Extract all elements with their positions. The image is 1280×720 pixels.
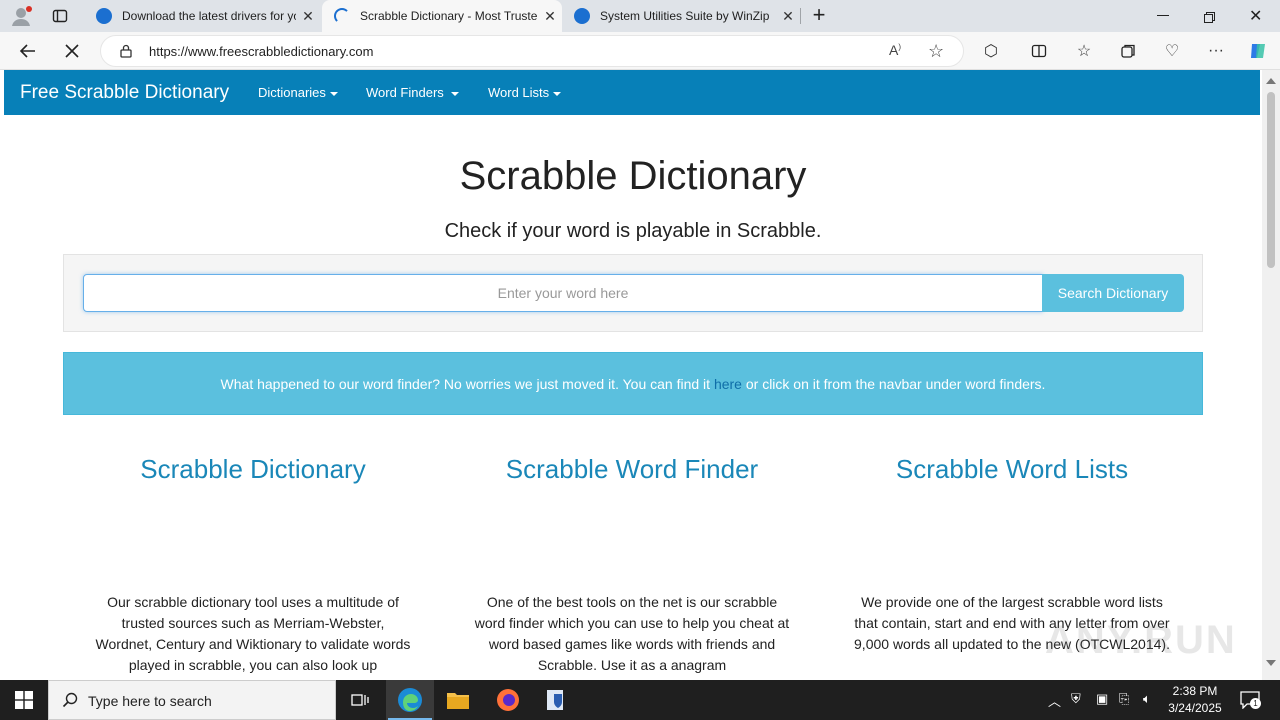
loading-spinner-icon	[334, 8, 350, 24]
edge-taskbar-icon[interactable]	[386, 680, 434, 720]
tab-winzip[interactable]: System Utilities Suite by WinZip ✕	[562, 0, 800, 32]
minimize-icon[interactable]	[1157, 15, 1169, 16]
extensions-icon[interactable]: ⬡	[979, 39, 1003, 63]
edge-favicon-icon	[574, 8, 590, 24]
nav-label: Word Finders	[366, 85, 444, 100]
show-hidden-icons-chevron-icon[interactable]: ︿	[1048, 691, 1061, 710]
collections-icon[interactable]	[1116, 39, 1140, 63]
stop-loading-icon[interactable]	[60, 39, 84, 63]
profile-icon[interactable]	[10, 5, 32, 27]
search-panel: Search Dictionary	[63, 254, 1203, 332]
close-tab-icon[interactable]: ✕	[776, 8, 800, 25]
split-screen-icon[interactable]	[1027, 39, 1051, 63]
site-navbar: Free Scrabble Dictionary Dictionaries Wo…	[4, 70, 1260, 115]
search-icon	[62, 692, 78, 713]
start-windows-icon[interactable]	[0, 680, 48, 720]
tab-actions-icon[interactable]	[52, 8, 68, 24]
tab-title: System Utilities Suite by WinZip	[600, 9, 770, 23]
alert-text-after: or click on it from the navbar under wor…	[741, 376, 1046, 392]
back-arrow-icon[interactable]	[16, 39, 40, 63]
web-page: Free Scrabble Dictionary Dictionaries Wo…	[0, 70, 1262, 680]
search-dictionary-button[interactable]: Search Dictionary	[1042, 274, 1184, 312]
nav-word-lists-dropdown[interactable]: Word Lists	[488, 85, 562, 100]
browser-essentials-icon[interactable]: ♡	[1160, 39, 1184, 63]
info-alert: What happened to our word finder? No wor…	[63, 352, 1203, 415]
site-brand-link[interactable]: Free Scrabble Dictionary	[20, 82, 229, 104]
nav-label: Dictionaries	[258, 85, 326, 100]
page-subtitle: Check if your word is playable in Scrabb…	[444, 220, 822, 242]
tab-strip: Download the latest drivers for yo ✕ Scr…	[0, 0, 1280, 32]
page-title: Scrabble Dictionary	[459, 154, 807, 198]
caret-down-icon	[450, 91, 459, 96]
clock-date: 3/24/2025	[1168, 701, 1222, 715]
taskbar-search-box[interactable]: Type here to search	[48, 680, 336, 720]
tray-app-icon[interactable]: ⛨	[1071, 691, 1081, 707]
word-search-input[interactable]	[83, 274, 1043, 312]
address-bar[interactable]: https://www.freescrabbledictionary.com A…	[100, 35, 964, 67]
edge-favicon-icon	[96, 8, 112, 24]
favorite-star-icon[interactable]: ☆	[928, 41, 944, 62]
close-tab-icon[interactable]: ✕	[538, 8, 562, 25]
tab-title: Scrabble Dictionary - Most Truste	[360, 9, 538, 23]
notification-count-badge: 1	[1250, 698, 1261, 709]
browser-toolbar: https://www.freescrabbledictionary.com A…	[0, 32, 1280, 70]
watermark-logo: ANY.RUN	[1045, 618, 1237, 662]
read-aloud-icon[interactable]: A)	[889, 42, 901, 58]
windows-taskbar: Type here to search ︿ ⛨ ▣ ⎘ 🔈︎ 2:38 PM 3…	[0, 680, 1280, 720]
network-icon[interactable]: ⎘	[1119, 691, 1129, 707]
volume-icon[interactable]: 🔈︎	[1143, 691, 1151, 707]
alert-here-link[interactable]: here	[714, 376, 742, 392]
clock-time: 2:38 PM	[1172, 684, 1218, 698]
column-text-dictionary: Our scrabble dictionary tool uses a mult…	[95, 594, 411, 673]
tab-scrabble[interactable]: Scrabble Dictionary - Most Truste ✕	[322, 0, 562, 32]
url-text[interactable]: https://www.freescrabbledictionary.com	[149, 44, 373, 59]
alert-text-before: What happened to our word finder? No wor…	[220, 376, 714, 392]
firefox-icon[interactable]	[484, 680, 532, 720]
copilot-icon[interactable]	[1246, 39, 1270, 63]
nav-dictionaries-dropdown[interactable]: Dictionaries	[258, 85, 338, 100]
close-window-icon[interactable]: ✕	[1249, 6, 1265, 26]
column-heading-word-lists[interactable]: Scrabble Word Lists	[822, 454, 1202, 485]
new-tab-icon[interactable]: +	[808, 4, 830, 26]
file-explorer-icon[interactable]	[434, 680, 482, 720]
app-shield-icon[interactable]	[532, 680, 580, 720]
taskbar-clock[interactable]: 2:38 PM 3/24/2025	[1160, 683, 1230, 717]
tab-drivers[interactable]: Download the latest drivers for yo ✕	[84, 0, 320, 32]
nav-word-finders-dropdown[interactable]: Word Finders	[366, 85, 459, 100]
scrollbar-thumb[interactable]	[1267, 92, 1275, 268]
page-scrollbar[interactable]	[1262, 70, 1280, 680]
column-text-word-finder: One of the best tools on the net is our …	[474, 594, 790, 673]
task-view-icon[interactable]	[336, 680, 384, 720]
column-heading-word-finder[interactable]: Scrabble Word Finder	[442, 454, 822, 485]
tab-title: Download the latest drivers for yo	[122, 9, 296, 23]
caret-down-icon	[553, 91, 562, 96]
notifications-icon[interactable]: 1	[1240, 691, 1261, 710]
nav-label: Word Lists	[488, 85, 550, 100]
settings-more-icon[interactable]: ···	[1204, 39, 1228, 63]
favorites-icon[interactable]: ☆	[1072, 39, 1096, 63]
tab-separator	[800, 8, 801, 24]
scroll-up-arrow-icon[interactable]	[1266, 78, 1276, 84]
caret-down-icon	[329, 91, 338, 96]
tray-device-icon[interactable]: ▣	[1096, 691, 1108, 707]
taskbar-search-placeholder: Type here to search	[88, 693, 212, 709]
site-info-lock-icon[interactable]	[119, 44, 133, 58]
close-tab-icon[interactable]: ✕	[296, 8, 320, 25]
column-heading-dictionary[interactable]: Scrabble Dictionary	[63, 454, 443, 485]
scroll-down-arrow-icon[interactable]	[1266, 660, 1276, 666]
restore-icon[interactable]	[1204, 10, 1215, 23]
